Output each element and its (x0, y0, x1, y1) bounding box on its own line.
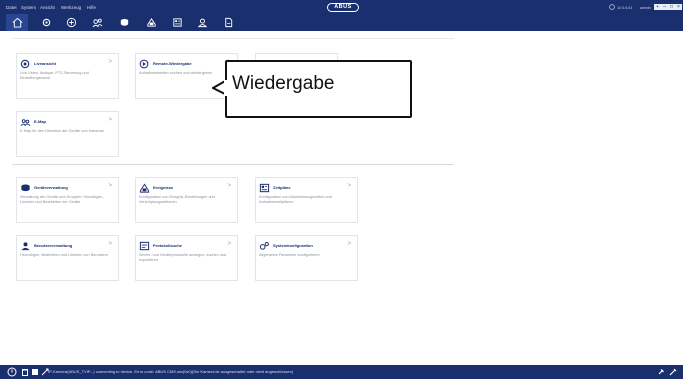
map-icon (20, 119, 31, 126)
camera-group-button[interactable] (86, 14, 108, 31)
trash-icon[interactable] (20, 367, 30, 377)
tile-title: E-Map (34, 119, 46, 124)
tile-title: Systemkonfiguration (273, 243, 313, 248)
tile-description: Live-Video, Analyse, PTZ-Steuerung und E… (20, 71, 89, 80)
tile-description: Konfiguration von Aufzeichnungszeiten un… (259, 195, 332, 204)
status-message: IP-Kamera(ABUS_TVIP...) connecting to de… (48, 369, 294, 374)
access-button[interactable] (140, 14, 162, 31)
add-module-button[interactable] (60, 14, 82, 31)
tile-title: Remote-Wiedergabe (153, 61, 192, 66)
chevron-right-icon: > (227, 183, 231, 189)
minimize-button[interactable]: – (661, 4, 668, 10)
storage-button[interactable] (113, 14, 135, 31)
home-icon (12, 17, 22, 28)
close-button[interactable]: × (675, 4, 682, 10)
tile-title: Protokollsuche (153, 243, 182, 248)
chevron-right-icon: > (108, 183, 112, 189)
tile-device-management[interactable]: Geräteverwaltung > Verwaltung der Geräte… (16, 177, 119, 223)
grid-icon (172, 18, 182, 27)
plus-circle-icon (66, 17, 76, 28)
pin-status-icon[interactable] (656, 367, 666, 377)
alarm-icon (139, 183, 150, 193)
lock-icon (609, 4, 615, 10)
tools-icon[interactable] (668, 367, 678, 377)
list-icon[interactable] (30, 367, 40, 377)
layout-button[interactable] (166, 14, 188, 31)
tile-description: Konfiguration von Ereignis-Einstellungen… (139, 195, 215, 204)
menu-werkzeug[interactable]: Werkzeug (61, 5, 81, 10)
chevron-right-icon: > (347, 241, 351, 247)
content-top-line (12, 38, 454, 39)
tile-title: Liveansicht (34, 61, 57, 66)
user-name[interactable]: admin (640, 5, 651, 10)
window-menu-button[interactable]: ▪ (654, 4, 661, 10)
document-icon (224, 17, 232, 28)
log-icon (139, 241, 150, 251)
camera-group-icon (92, 18, 102, 28)
tile-user-management[interactable]: Benutzerverwaltung > Hinzufügen, Bearbei… (16, 235, 119, 281)
callout-joint (224, 80, 228, 96)
tile-title: Zeitpläne (273, 185, 291, 190)
home-button[interactable] (6, 14, 28, 31)
tile-description: Hinzufügen, Bearbeiten und Löschen von B… (20, 253, 109, 257)
tile-emap[interactable]: E-Map > E-Map für den Überblick der Gerä… (16, 111, 119, 157)
tile-description: Server- und Geräteprotokolle anzeigen, s… (139, 253, 227, 262)
tile-schedule[interactable]: Zeitpläne > Konfiguration von Aufzeichnu… (255, 177, 358, 223)
menu-bar: Datei System Ansicht Werkzeug Hilfe ABUS… (0, 0, 683, 14)
menu-system[interactable]: System (21, 5, 36, 10)
app-window: Datei System Ansicht Werkzeug Hilfe ABUS… (0, 0, 683, 379)
tile-title: Geräteverwaltung (34, 185, 68, 190)
document-button[interactable] (217, 14, 239, 31)
chevron-right-icon: > (108, 241, 112, 247)
tile-live-view[interactable]: Liveansicht > Live-Video, Analyse, PTZ-S… (16, 53, 119, 99)
tile-title: Ereignisse (153, 185, 174, 190)
menu-ansicht[interactable]: Ansicht (40, 5, 55, 10)
callout-annotation: Wiedergabe (212, 60, 412, 118)
status-bar: IP-Kamera(ABUS_TVIP...) connecting to de… (0, 365, 683, 379)
tile-description: Verwaltung der Geräte und Gruppen: Hinzu… (20, 195, 104, 204)
gears-icon (259, 242, 269, 250)
menu-datei[interactable]: Datei (6, 5, 17, 10)
user-lock-icon (146, 18, 156, 27)
brand-logo: ABUS (327, 3, 359, 12)
section-divider (12, 164, 454, 165)
module-toolbar (0, 14, 683, 31)
database-icon (120, 19, 128, 26)
gear-icon (42, 18, 50, 27)
tile-description: E-Map für den Überblick der Geräte und K… (20, 129, 104, 133)
chevron-right-icon: > (227, 241, 231, 247)
camera-icon (20, 59, 30, 69)
maximize-button[interactable]: □ (668, 4, 675, 10)
alarm-status-icon[interactable] (7, 367, 17, 377)
tile-events[interactable]: Ereignisse > Konfiguration von Ereignis-… (135, 177, 238, 223)
clock-text: 10:14:41 (617, 5, 633, 10)
chevron-right-icon: > (108, 117, 112, 123)
tile-title: Benutzerverwaltung (34, 243, 73, 248)
schedule-icon (259, 183, 270, 193)
tile-log-search[interactable]: Protokollsuche > Server- und Geräteproto… (135, 235, 238, 281)
settings-button[interactable] (35, 14, 57, 31)
menu-hilfe[interactable]: Hilfe (87, 5, 96, 10)
chevron-right-icon: > (108, 59, 112, 65)
database-icon (21, 184, 30, 192)
tile-description: Allgemeine Parameter konfigurieren (259, 253, 320, 257)
play-circle-icon (139, 59, 149, 69)
tile-system-configuration[interactable]: Systemkonfiguration > Allgemeine Paramet… (255, 235, 358, 281)
chevron-right-icon: > (347, 183, 351, 189)
user-icon (21, 242, 30, 251)
callout-label: Wiedergabe (232, 73, 335, 94)
user-icon (197, 18, 207, 28)
user-button[interactable] (191, 14, 213, 31)
top-bar: Datei System Ansicht Werkzeug Hilfe ABUS… (0, 0, 683, 31)
